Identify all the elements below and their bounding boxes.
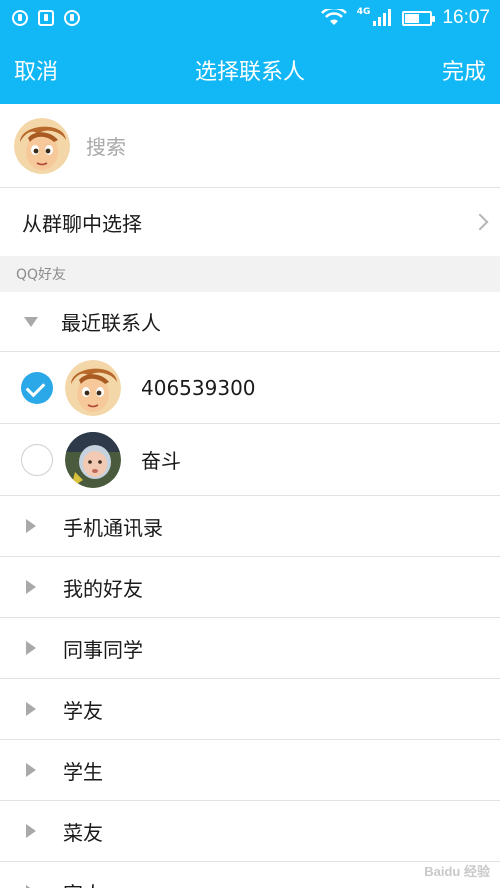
group-phone-contacts[interactable]: 手机通讯录 — [0, 496, 500, 557]
group-my-friends[interactable]: 我的好友 — [0, 557, 500, 618]
group-colleagues-classmates[interactable]: 同事同学 — [0, 618, 500, 679]
notification-icon — [64, 10, 80, 26]
battery-level — [405, 13, 419, 23]
checkbox-unchecked-icon[interactable] — [21, 443, 53, 476]
search-bar[interactable]: 搜索 — [0, 104, 500, 188]
contact-avatar — [65, 359, 121, 416]
contact-row[interactable]: 406539300 — [0, 352, 500, 424]
triangle-right-icon — [26, 519, 36, 533]
watermark: Baidu 经验 — [424, 864, 490, 879]
group-recent-contacts[interactable]: 最近联系人 — [0, 292, 500, 352]
group-label: 我的好友 — [63, 576, 143, 601]
group-students[interactable]: 学生 — [0, 740, 500, 801]
group-label: 手机通讯录 — [63, 515, 163, 540]
group-label: 学友 — [63, 698, 103, 723]
page-title: 选择联系人 — [194, 60, 305, 85]
group-label: 学生 — [63, 759, 103, 784]
section-header: QQ好友 — [0, 256, 500, 292]
clock: 16:07 — [442, 7, 490, 28]
notification-icon — [12, 10, 28, 26]
triangle-right-icon — [26, 641, 36, 655]
cancel-button[interactable]: 取消 — [14, 54, 58, 86]
status-bar: 4G 16:07 — [0, 0, 500, 36]
battery-icon — [402, 10, 436, 26]
select-from-group-chat[interactable]: 从群聊中选择 — [0, 188, 500, 256]
chevron-right-icon — [471, 213, 489, 231]
contact-name: 奋斗 — [141, 449, 181, 473]
group-label: 家人 — [63, 878, 103, 888]
done-button[interactable]: 完成 — [442, 54, 486, 86]
signal-icon — [373, 9, 392, 26]
friend-list: 最近联系人 406539300 奋斗 手机通讯录 我的好友 同事同学 学友 学生… — [0, 292, 500, 888]
nav-bar: 取消 选择联系人 完成 — [0, 36, 500, 104]
section-label: QQ好友 — [16, 267, 67, 283]
wifi-icon — [320, 9, 347, 25]
notification-icons — [12, 10, 80, 26]
selected-contact-avatar[interactable] — [14, 117, 70, 174]
group-label: 同事同学 — [63, 637, 143, 662]
triangle-right-icon — [26, 824, 36, 838]
triangle-down-icon — [24, 316, 38, 327]
triangle-right-icon — [26, 702, 36, 716]
contact-name: 406539300 — [141, 375, 256, 400]
group-schoolmates[interactable]: 学友 — [0, 679, 500, 740]
triangle-right-icon — [26, 763, 36, 777]
group-label: 最近联系人 — [61, 311, 161, 335]
contact-avatar — [65, 431, 121, 488]
search-input[interactable]: 搜索 — [86, 131, 126, 160]
status-indicators: 4G 16:07 — [320, 7, 490, 29]
download-icon — [38, 10, 54, 26]
group-chat-label: 从群聊中选择 — [22, 211, 142, 236]
network-type-label: 4G — [356, 7, 371, 17]
group-label: 菜友 — [63, 820, 103, 845]
triangle-right-icon — [26, 580, 36, 594]
contact-row[interactable]: 奋斗 — [0, 424, 500, 496]
checkbox-checked-icon[interactable] — [21, 371, 53, 404]
group-cai-friends[interactable]: 菜友 — [0, 801, 500, 862]
